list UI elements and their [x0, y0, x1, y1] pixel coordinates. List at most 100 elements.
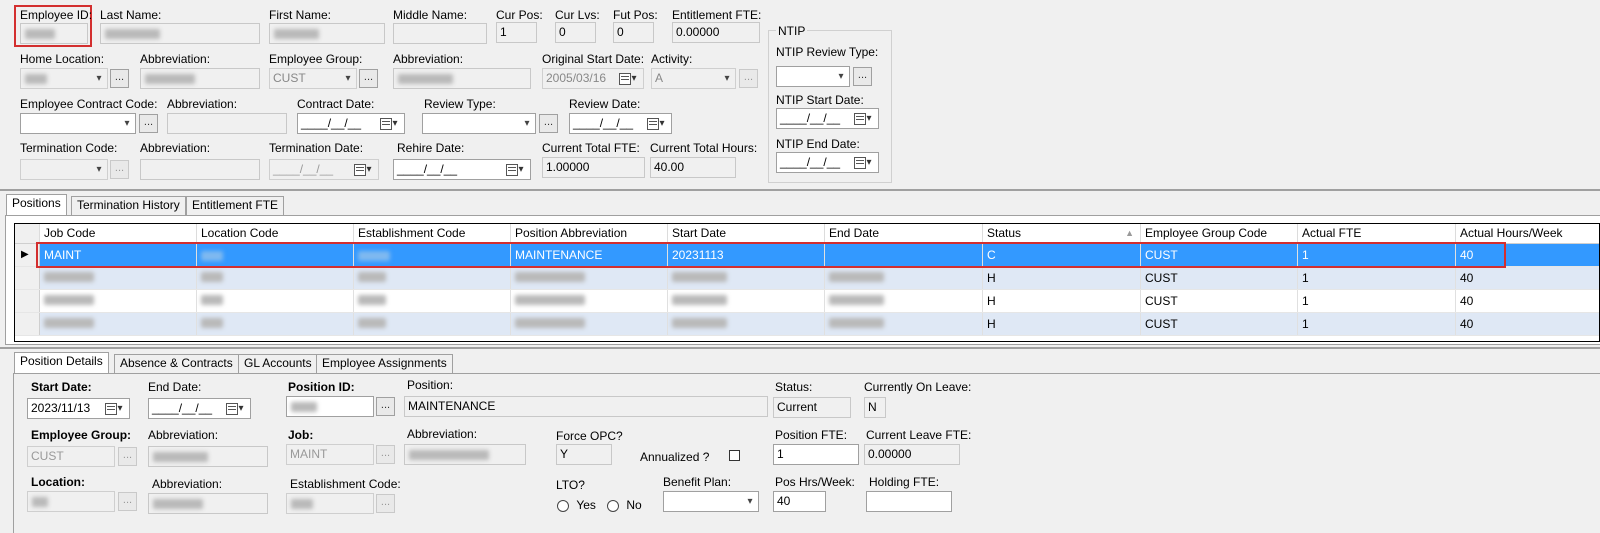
employee-contract-code-select[interactable]: ▾ — [20, 113, 136, 134]
cell-start-date[interactable] — [668, 313, 825, 335]
cell-actual-hours-week[interactable]: 40 — [1456, 267, 1599, 289]
cell-end-date[interactable] — [825, 313, 983, 335]
position-id-lookup-button[interactable]: ... — [376, 397, 395, 416]
cell-start-date[interactable] — [668, 267, 825, 289]
cell-actual-fte[interactable]: 1 — [1298, 267, 1456, 289]
cell-employee-group-code[interactable]: CUST — [1141, 313, 1298, 335]
position-fte-field[interactable]: 1 — [773, 444, 859, 465]
employee-group-lookup-button[interactable]: ... — [359, 69, 378, 88]
establishment-code-lookup-button[interactable]: ... — [376, 494, 395, 513]
job-lookup-button[interactable]: ... — [376, 445, 395, 464]
lto-no-option[interactable]: No — [607, 498, 642, 512]
original-start-date-field[interactable]: 2005/03/16 ▾ — [542, 68, 644, 89]
benefit-plan-select[interactable]: ▾ — [663, 491, 759, 512]
termination-code-lookup-button[interactable]: ... — [110, 160, 129, 179]
tab-absence-contracts[interactable]: Absence & Contracts — [114, 354, 239, 373]
tab-entitlement-fte[interactable]: Entitlement FTE — [186, 196, 285, 215]
calendar-icon[interactable]: ▾ — [850, 155, 876, 170]
review-type-lookup-button[interactable]: ... — [539, 114, 558, 133]
cell-employee-group-code[interactable]: CUST — [1141, 290, 1298, 312]
tab-position-details[interactable]: Position Details — [14, 352, 109, 373]
table-row[interactable]: H CUST 1 40 — [15, 267, 1599, 290]
home-location-lookup-button[interactable]: ... — [110, 69, 129, 88]
cell-employee-group-code[interactable]: CUST — [1141, 267, 1298, 289]
calendar-icon[interactable]: ▾ — [376, 116, 402, 131]
cell-establishment-code[interactable] — [354, 267, 511, 289]
cell-actual-fte[interactable]: 1 — [1298, 313, 1456, 335]
review-type-select[interactable]: ▾ — [422, 113, 536, 134]
table-row[interactable]: H CUST 1 40 — [15, 290, 1599, 313]
cell-position-abbreviation[interactable] — [511, 290, 668, 312]
termination-code-select[interactable]: ▾ — [20, 159, 108, 180]
column-header-actual-hours-week[interactable]: Actual Hours/Week — [1456, 224, 1599, 243]
ntip-review-type-select[interactable]: ▾ — [776, 66, 850, 87]
cell-status[interactable]: H — [983, 290, 1141, 312]
column-header-employee-group-code[interactable]: Employee Group Code — [1141, 224, 1298, 243]
cell-establishment-code[interactable] — [354, 290, 511, 312]
home-location-select[interactable]: ▾ — [20, 68, 108, 89]
row-selector[interactable] — [15, 313, 40, 335]
termination-date-field[interactable]: ____/__/__ ▾ — [269, 159, 379, 180]
cell-location-code[interactable] — [197, 313, 354, 335]
employee-group-detail-lookup-button[interactable]: ... — [118, 447, 137, 466]
calendar-icon[interactable]: ▾ — [350, 162, 376, 177]
cell-job-code[interactable] — [40, 290, 197, 312]
column-header-position-abbreviation[interactable]: Position Abbreviation — [511, 224, 668, 243]
table-row[interactable]: H CUST 1 40 — [15, 313, 1599, 336]
cell-status[interactable]: H — [983, 267, 1141, 289]
cell-actual-hours-week[interactable]: 40 — [1456, 313, 1599, 335]
calendar-icon[interactable]: ▾ — [850, 111, 876, 126]
contract-date-field[interactable]: ____/__/__ ▾ — [297, 113, 405, 134]
end-date-field[interactable]: ____/__/__ ▾ — [148, 398, 251, 419]
employee-id-field[interactable] — [20, 23, 88, 44]
cell-start-date[interactable] — [668, 290, 825, 312]
column-header-job-code[interactable]: Job Code — [40, 224, 197, 243]
annualized-checkbox[interactable] — [729, 450, 740, 461]
ntip-review-type-lookup-button[interactable]: ... — [853, 67, 872, 86]
calendar-icon[interactable]: ▾ — [222, 401, 248, 416]
row-selector[interactable] — [15, 267, 40, 289]
contract-code-lookup-button[interactable]: ... — [139, 114, 158, 133]
cell-job-code[interactable] — [40, 313, 197, 335]
calendar-icon[interactable]: ▾ — [101, 401, 127, 416]
column-header-status[interactable]: Status ▲ — [983, 224, 1141, 243]
calendar-icon[interactable]: ▾ — [502, 162, 528, 177]
cell-position-abbreviation[interactable] — [511, 267, 668, 289]
last-name-field[interactable] — [100, 23, 260, 44]
rehire-date-field[interactable]: ____/__/__ ▾ — [393, 159, 531, 180]
review-date-field[interactable]: ____/__/__ ▾ — [569, 113, 672, 134]
middle-name-field[interactable] — [393, 23, 487, 44]
column-header-start-date[interactable]: Start Date — [668, 224, 825, 243]
cell-actual-hours-week[interactable]: 40 — [1456, 290, 1599, 312]
row-selector[interactable] — [15, 290, 40, 312]
cell-actual-fte[interactable]: 1 — [1298, 290, 1456, 312]
column-header-location-code[interactable]: Location Code — [197, 224, 354, 243]
cell-position-abbreviation[interactable] — [511, 313, 668, 335]
cell-end-date[interactable] — [825, 290, 983, 312]
ntip-start-date-field[interactable]: ____/__/__ ▾ — [776, 108, 879, 129]
lto-no-radio[interactable] — [607, 499, 619, 512]
cell-end-date[interactable] — [825, 267, 983, 289]
cell-job-code[interactable] — [40, 267, 197, 289]
lto-yes-radio[interactable] — [557, 499, 569, 512]
activity-select[interactable]: A ▾ — [651, 68, 736, 89]
column-header-end-date[interactable]: End Date — [825, 224, 983, 243]
position-id-field[interactable] — [286, 396, 374, 417]
tab-termination-history[interactable]: Termination History — [71, 196, 186, 215]
calendar-icon[interactable]: ▾ — [615, 71, 641, 86]
tab-positions[interactable]: Positions — [6, 194, 67, 215]
holding-fte-field[interactable] — [866, 491, 952, 512]
start-date-field[interactable]: 2023/11/13 ▾ — [27, 398, 130, 419]
column-header-actual-fte[interactable]: Actual FTE — [1298, 224, 1456, 243]
location-lookup-button[interactable]: ... — [118, 492, 137, 511]
tab-employee-assignments[interactable]: Employee Assignments — [316, 354, 453, 373]
activity-lookup-button[interactable]: ... — [739, 69, 758, 88]
column-header-establishment-code[interactable]: Establishment Code — [354, 224, 511, 243]
cell-status[interactable]: H — [983, 313, 1141, 335]
calendar-icon[interactable]: ▾ — [643, 116, 669, 131]
ntip-end-date-field[interactable]: ____/__/__ ▾ — [776, 152, 879, 173]
cell-establishment-code[interactable] — [354, 313, 511, 335]
employee-group-select[interactable]: CUST ▾ — [269, 68, 357, 89]
tab-gl-accounts[interactable]: GL Accounts — [238, 354, 318, 373]
cell-location-code[interactable] — [197, 290, 354, 312]
